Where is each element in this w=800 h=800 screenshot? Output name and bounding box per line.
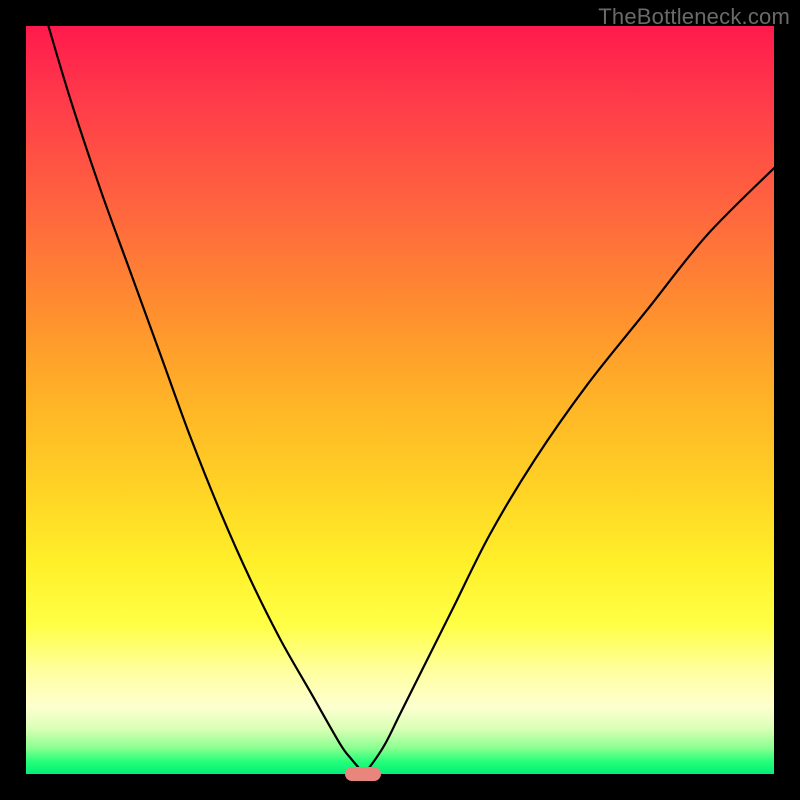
plot-area bbox=[26, 26, 774, 774]
chart-container: TheBottleneck.com bbox=[0, 0, 800, 800]
curve-right-branch bbox=[363, 168, 774, 774]
curve-layer bbox=[26, 26, 774, 774]
curve-left-branch bbox=[48, 26, 362, 774]
minimum-marker bbox=[345, 767, 381, 781]
